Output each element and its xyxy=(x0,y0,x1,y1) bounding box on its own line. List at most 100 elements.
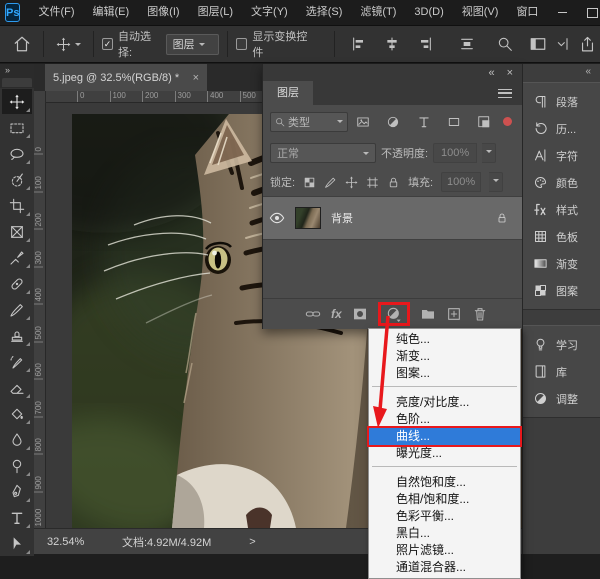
lock-pixels-icon[interactable] xyxy=(324,176,337,189)
panel-color[interactable]: 颜色 xyxy=(523,169,600,196)
menu-item[interactable]: 图案... xyxy=(369,365,520,382)
menubar-item[interactable]: 窗口 xyxy=(507,0,547,25)
menubar-item[interactable]: 编辑(E) xyxy=(84,0,139,25)
workspace-icon[interactable] xyxy=(525,35,551,53)
layer-thumbnail[interactable] xyxy=(295,207,321,229)
blur-tool[interactable] xyxy=(2,427,32,452)
panel-styles[interactable]: 样式 xyxy=(523,196,600,223)
menubar-item[interactable]: 滤镜(T) xyxy=(351,0,405,25)
menubar-item[interactable]: 文字(Y) xyxy=(242,0,297,25)
menu-item[interactable]: 黑白... xyxy=(369,525,520,542)
home-icon[interactable] xyxy=(9,35,35,53)
tab-layers[interactable]: 图层 xyxy=(263,81,313,105)
menubar-item[interactable]: 文件(F) xyxy=(29,0,83,25)
menu-item[interactable]: 亮度/对比度... xyxy=(369,394,520,411)
menubar-item[interactable]: 图像(I) xyxy=(138,0,188,25)
auto-select-checkbox[interactable]: ✓ xyxy=(102,38,113,50)
tab-close-icon[interactable]: × xyxy=(193,72,199,84)
filter-type-layers-icon[interactable] xyxy=(408,115,438,129)
menubar-item[interactable]: 图层(L) xyxy=(189,0,242,25)
delete-layer-icon[interactable] xyxy=(472,306,488,322)
move-tool[interactable] xyxy=(2,89,32,114)
menu-item[interactable]: 自然饱和度... xyxy=(369,474,520,491)
collapse-dock-icon[interactable]: « xyxy=(523,64,600,79)
new-layer-icon[interactable] xyxy=(446,306,462,322)
auto-select-dropdown[interactable]: 图层 xyxy=(166,34,220,55)
search-icon[interactable] xyxy=(493,36,517,52)
dock-options-icon[interactable] xyxy=(551,36,575,52)
pen-tool[interactable] xyxy=(2,479,32,504)
brush-tool[interactable] xyxy=(2,297,32,322)
eraser-tool[interactable] xyxy=(2,375,32,400)
expand-panel-icon[interactable]: » xyxy=(0,64,34,77)
lock-transparency-icon[interactable] xyxy=(303,176,316,189)
filter-smart-objects-icon[interactable] xyxy=(469,115,499,129)
panel-learn[interactable]: 学习 xyxy=(523,331,600,358)
menubar-item[interactable]: 视图(V) xyxy=(453,0,508,25)
menu-item[interactable]: 色彩平衡... xyxy=(369,508,520,525)
path-selection-tool[interactable] xyxy=(2,531,32,556)
menu-item[interactable] xyxy=(369,466,520,474)
maximize-icon[interactable] xyxy=(577,0,600,25)
type-tool[interactable] xyxy=(2,505,32,530)
filter-pixel-layers-icon[interactable] xyxy=(348,115,378,129)
link-layers-icon[interactable] xyxy=(305,306,321,322)
menu-item-curves[interactable]: 曲线... xyxy=(369,428,520,445)
lock-all-icon[interactable] xyxy=(387,176,400,189)
menu-item[interactable] xyxy=(369,386,520,394)
document-tab[interactable]: 5.jpeg @ 32.5%(RGB/8) * × xyxy=(45,64,207,91)
crop-tool[interactable] xyxy=(2,193,32,218)
eyedropper-tool[interactable] xyxy=(2,245,32,270)
align-center-icon[interactable] xyxy=(380,36,404,52)
filter-toggle-icon[interactable] xyxy=(503,117,512,126)
filter-adjustment-layers-icon[interactable] xyxy=(378,115,408,129)
paint-bucket-tool[interactable] xyxy=(2,401,32,426)
fill-dropdown-icon[interactable] xyxy=(489,172,503,192)
opacity-dropdown-icon[interactable] xyxy=(482,143,496,163)
panel-gradients[interactable]: 渐变 xyxy=(523,250,600,277)
panel-paragraph[interactable]: 段落 xyxy=(523,88,600,115)
rectangular-marquee-tool[interactable] xyxy=(2,115,32,140)
history-brush-tool[interactable] xyxy=(2,349,32,374)
panel-character[interactable]: 字符 xyxy=(523,142,600,169)
menu-item[interactable]: 色相/饱和度... xyxy=(369,491,520,508)
opacity-field[interactable]: 100% xyxy=(433,143,477,163)
collapse-panel-icon[interactable]: « xyxy=(488,67,494,79)
status-arrow-icon[interactable]: > xyxy=(249,536,255,548)
align-right-icon[interactable] xyxy=(413,36,437,52)
visibility-eye-icon[interactable] xyxy=(263,210,291,226)
panel-swatches[interactable]: 色板 xyxy=(523,223,600,250)
menu-item[interactable]: 渐变... xyxy=(369,348,520,365)
menu-item[interactable]: 色阶... xyxy=(369,411,520,428)
panel-menu-icon[interactable] xyxy=(498,89,512,98)
menu-item[interactable]: 曝光度... xyxy=(369,445,520,462)
panel-adjustments[interactable]: 调整 xyxy=(523,385,600,412)
lock-artboard-icon[interactable] xyxy=(366,176,379,189)
minimize-icon[interactable] xyxy=(547,0,577,25)
new-group-icon[interactable] xyxy=(420,306,436,322)
menubar-item[interactable]: 选择(S) xyxy=(297,0,352,25)
share-icon[interactable] xyxy=(575,36,600,53)
menu-item[interactable]: 纯色... xyxy=(369,331,520,348)
fill-field[interactable]: 100% xyxy=(441,172,481,192)
zoom-level[interactable]: 32.54% xyxy=(47,536,110,548)
healing-brush-tool[interactable] xyxy=(2,271,32,296)
layer-row-background[interactable]: 背景 xyxy=(263,196,522,240)
menu-item[interactable]: 照片滤镜... xyxy=(369,542,520,559)
filter-type-dropdown[interactable]: 类型 xyxy=(270,112,348,132)
panel-patterns[interactable]: 图案 xyxy=(523,277,600,304)
menu-item[interactable]: 通道混合器... xyxy=(369,559,520,576)
clone-stamp-tool[interactable] xyxy=(2,323,32,348)
panel-libraries[interactable]: 库 xyxy=(523,358,600,385)
close-panel-icon[interactable]: × xyxy=(507,67,513,79)
lasso-tool[interactable] xyxy=(2,141,32,166)
new-adjustment-layer-icon[interactable] xyxy=(386,306,402,322)
layer-style-icon[interactable]: fx xyxy=(331,307,342,321)
show-transform-checkbox[interactable] xyxy=(236,38,247,50)
menubar-item[interactable]: 3D(D) xyxy=(405,0,452,25)
quick-selection-tool[interactable] xyxy=(2,167,32,192)
filter-shape-layers-icon[interactable] xyxy=(439,115,469,129)
add-mask-icon[interactable] xyxy=(352,306,368,322)
distribute-icon[interactable] xyxy=(455,36,479,52)
panel-history[interactable]: 历... xyxy=(523,115,600,142)
